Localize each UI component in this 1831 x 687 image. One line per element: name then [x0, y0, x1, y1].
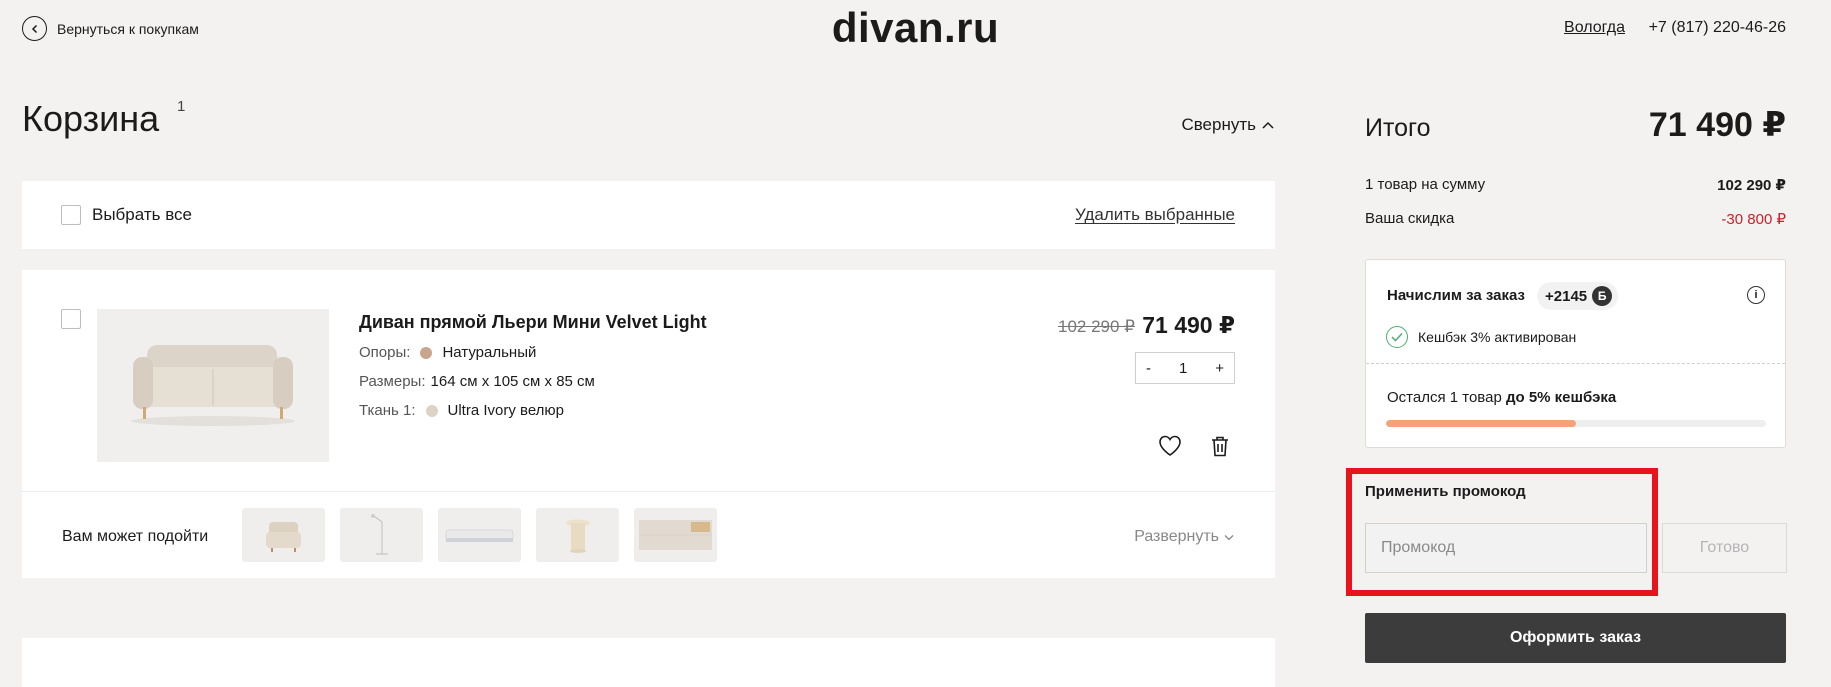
decrease-button[interactable]: -	[1146, 360, 1151, 377]
recommend-thumb-side-table[interactable]	[536, 508, 619, 562]
checkout-button[interactable]: Оформить заказ	[1365, 613, 1786, 663]
logo: divan.ru	[831, 4, 1000, 51]
recommend-thumb-armchair[interactable]	[242, 508, 325, 562]
cashback-progress-fill	[1386, 420, 1576, 427]
cashback-title: Начислим за заказ	[1387, 287, 1525, 304]
trash-icon	[1212, 436, 1228, 457]
cashback-remaining: Остался 1 товар до 5% кешбэка	[1387, 389, 1616, 406]
current-price: 71 490 ₽	[1142, 312, 1235, 338]
attr-size-value: 164 см x 105 см x 85 см	[430, 373, 595, 390]
attr-size-key: Размеры:	[359, 373, 426, 390]
old-price: 102 290 ₽	[1058, 317, 1135, 336]
color-swatch-icon	[425, 404, 438, 417]
attr-legs-value: Натуральный	[442, 344, 537, 361]
select-all-checkbox[interactable]	[61, 205, 81, 225]
side-table-image	[566, 519, 590, 553]
bonus-icon: Б	[1592, 286, 1613, 306]
cashback-remaining-prefix: Остался 1 товар	[1387, 389, 1502, 406]
attr-legs: Опоры: Натуральный	[359, 344, 536, 361]
total-label: Итого	[1365, 114, 1431, 142]
discount-label: Ваша скидка	[1365, 210, 1455, 227]
cashback-active-label: Кешбэк 3% активирован	[1418, 329, 1577, 345]
items-sum-value: 102 290 ₽	[1717, 177, 1786, 194]
phone-number[interactable]: +7 (817) 220-46-26	[1649, 19, 1786, 37]
recommend-thumb-floor-lamp[interactable]	[340, 508, 423, 562]
cashback-progress-bar	[1386, 420, 1766, 427]
total-value: 71 490 ₽	[1648, 106, 1786, 144]
collapse-button[interactable]: Свернуть	[1181, 115, 1274, 135]
tv-stand-image	[639, 520, 712, 550]
recommend-thumb-mattress[interactable]	[438, 508, 521, 562]
expand-label: Развернуть	[1134, 528, 1219, 545]
next-panel	[22, 638, 1275, 687]
dashed-divider	[1366, 363, 1785, 364]
check-circle-icon	[1386, 326, 1408, 348]
floor-lamp-image	[371, 514, 388, 555]
arrow-left-icon	[22, 16, 47, 41]
city-selector[interactable]: Вологда	[1564, 19, 1625, 37]
cashback-points: +2145	[1545, 287, 1588, 305]
expand-button[interactable]: Развернуть	[1134, 528, 1234, 546]
promo-code-input[interactable]	[1365, 523, 1647, 573]
heart-icon	[1159, 435, 1181, 456]
product-image[interactable]	[97, 309, 329, 462]
page-title: Корзина	[22, 98, 160, 139]
divider	[22, 491, 1275, 492]
chevron-up-icon	[1262, 121, 1274, 129]
attr-fabric-value: Ultra Ivory велюр	[447, 402, 565, 419]
armchair-image	[266, 522, 301, 552]
increase-button[interactable]: +	[1215, 360, 1224, 377]
attr-fabric: Ткань 1: Ultra Ivory велюр	[359, 402, 564, 419]
cart-count: 1	[177, 98, 186, 115]
mattress-image	[445, 529, 514, 542]
info-icon[interactable]: i	[1747, 286, 1765, 304]
quantity-value[interactable]: 1	[1179, 360, 1187, 377]
recommend-label: Вам может подойти	[62, 528, 209, 545]
back-label: Вернуться к покупкам	[57, 20, 199, 37]
cashback-remaining-bold: до 5% кешбэка	[1505, 389, 1617, 406]
promo-apply-button[interactable]: Готово	[1662, 523, 1787, 573]
chevron-down-icon	[1224, 534, 1234, 540]
color-swatch-icon	[420, 346, 433, 359]
attr-size: Размеры: 164 см x 105 см x 85 см	[359, 373, 595, 390]
attr-fabric-key: Ткань 1:	[359, 402, 416, 419]
items-sum-label: 1 товар на сумму	[1365, 176, 1486, 193]
back-to-shopping-link[interactable]: Вернуться к покупкам	[22, 16, 199, 41]
select-all-label[interactable]: Выбрать все	[92, 205, 192, 225]
recommend-thumb-tv-stand[interactable]	[634, 508, 717, 562]
attr-legs-key: Опоры:	[359, 344, 411, 361]
discount-value: -30 800 ₽	[1721, 211, 1786, 228]
delete-item-button[interactable]	[1209, 434, 1231, 463]
favorite-button[interactable]	[1157, 434, 1183, 463]
promo-title: Применить промокод	[1365, 483, 1526, 500]
delete-selected-link[interactable]: Удалить выбранные	[1075, 205, 1235, 225]
sofa-image	[131, 345, 295, 426]
cashback-points-badge: +2145 Б	[1537, 282, 1619, 310]
item-checkbox[interactable]	[61, 309, 81, 329]
collapse-label: Свернуть	[1181, 115, 1256, 134]
quantity-stepper: - 1 +	[1135, 352, 1235, 384]
product-name[interactable]: Диван прямой Льери Мини Velvet Light	[359, 312, 707, 333]
